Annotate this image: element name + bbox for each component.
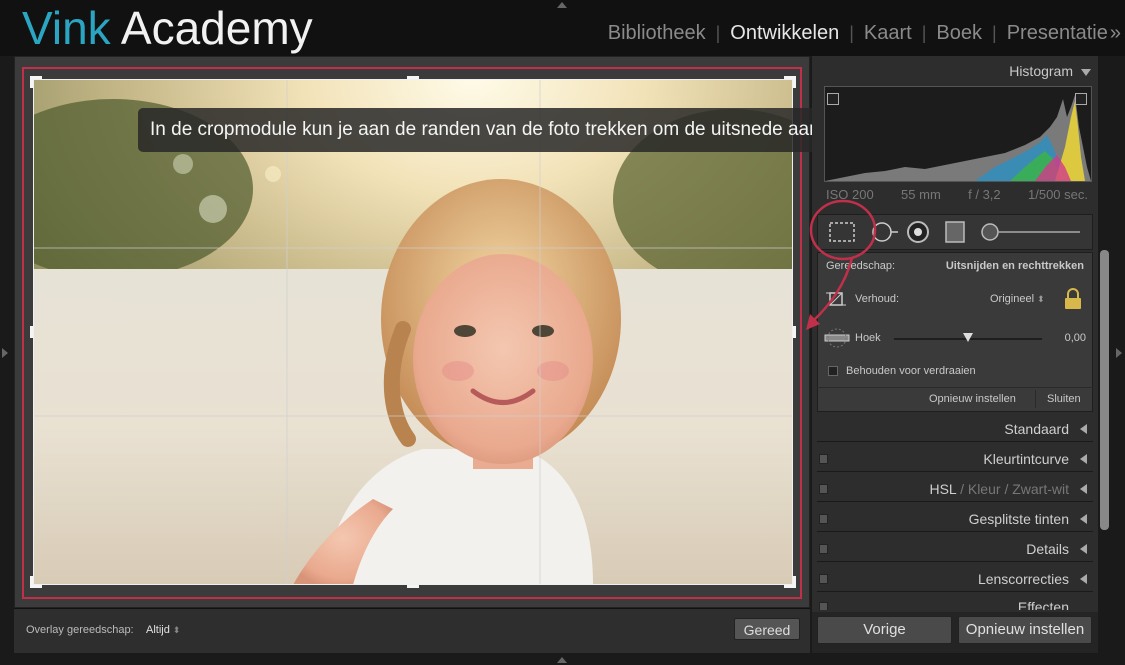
section-details[interactable]: Details [817, 536, 1093, 562]
expand-icon [1080, 574, 1087, 584]
section-gesplitste-tinten[interactable]: Gesplitste tinten [817, 506, 1093, 532]
shadow-clipping-icon[interactable] [827, 93, 839, 105]
section-lenscorrecties[interactable]: Lenscorrecties [817, 566, 1093, 592]
panel-switch-icon[interactable] [819, 602, 828, 610]
section-hsl[interactable]: HSL / Kleur / Zwart-wit [817, 476, 1093, 502]
section-label: Gesplitste tinten [968, 511, 1069, 527]
panel-switch-icon[interactable] [819, 514, 828, 524]
module-bibliotheek[interactable]: Bibliotheek [598, 22, 716, 45]
divider [1035, 390, 1036, 408]
overlay-tool-value: Altijd [146, 624, 170, 636]
histogram [824, 86, 1092, 182]
expand-icon [1080, 544, 1087, 554]
lock-icon[interactable] [1063, 288, 1083, 310]
overlay-tool-label: Overlay gereedschap: [26, 624, 134, 636]
module-presentatie[interactable]: Presentatie [997, 22, 1108, 45]
kleur-tab[interactable]: Kleur [968, 481, 1001, 497]
expand-icon [1080, 424, 1087, 434]
left-panel-toggle-icon[interactable] [2, 348, 8, 358]
section-label: Kleurtintcurve [983, 451, 1069, 467]
constrain-label: Behouden voor verdraaien [846, 365, 976, 377]
angle-slider-thumb[interactable] [963, 333, 973, 342]
module-picker: Bibliotheek | Ontwikkelen | Kaart | Boek | P… [598, 22, 1121, 45]
histogram-header[interactable]: Histogram [817, 63, 1091, 79]
panel-switch-icon[interactable] [819, 544, 828, 554]
reset-button[interactable]: Opnieuw instellen [958, 616, 1092, 644]
section-label: Effecten [1017, 599, 1069, 610]
annotation-arrow [806, 199, 877, 330]
module-boek[interactable]: Boek [926, 22, 992, 45]
previous-button[interactable]: Vorige [817, 616, 952, 644]
histogram-graph [825, 95, 1091, 181]
divider [817, 387, 1093, 388]
adjustment-brush-icon[interactable] [977, 220, 1079, 244]
overlay-tool-select[interactable]: Altijd ⬍ [146, 624, 180, 636]
brand-part-2: Academy [120, 2, 313, 54]
module-kaart[interactable]: Kaart [854, 22, 922, 45]
hsl-tab[interactable]: HSL [929, 481, 956, 497]
tool-value: Uitsnijden en rechttrekken [945, 260, 1084, 272]
brand-part-1: Vink [22, 2, 111, 54]
graduated-filter-icon[interactable] [940, 220, 964, 244]
panel-switch-icon[interactable] [819, 574, 828, 584]
more-modules-icon[interactable]: » [1108, 22, 1121, 45]
right-panel-toggle-icon[interactable] [1116, 348, 1122, 358]
histogram-title: Histogram [1009, 63, 1073, 79]
exif-shutter: 1/500 sec. [1028, 187, 1088, 202]
expand-icon [1080, 484, 1087, 494]
expand-icon [1080, 514, 1087, 524]
section-label: Lenscorrecties [977, 571, 1069, 587]
crop-close-button[interactable]: Sluiten [1047, 393, 1081, 405]
panel-scrollbar[interactable] [1100, 250, 1109, 530]
collapse-icon [1081, 68, 1091, 76]
angle-value[interactable]: 0,00 [1050, 332, 1086, 344]
top-panel-toggle-icon[interactable] [557, 2, 567, 8]
section-kleurtintcurve[interactable]: Kleurtintcurve [817, 446, 1093, 472]
section-standaard[interactable]: Standaard [817, 416, 1093, 442]
panel-switch-icon[interactable] [819, 484, 828, 494]
highlight-clipping-icon[interactable] [1075, 93, 1087, 105]
constrain-checkbox[interactable] [828, 366, 838, 376]
exif-aperture: f / 3,2 [968, 187, 1001, 202]
exif-focal: 55 mm [901, 187, 941, 202]
aspect-select[interactable]: Origineel ⬍ [990, 293, 1045, 305]
panel-switch-icon[interactable] [819, 454, 828, 464]
stepper-icon: ⬍ [1037, 294, 1045, 304]
crop-reset-button[interactable]: Opnieuw instellen [929, 393, 1016, 405]
zwart-wit-tab[interactable]: Zwart-wit [1012, 481, 1069, 497]
bottom-panel-toggle-icon[interactable] [557, 657, 567, 663]
module-ontwikkelen[interactable]: Ontwikkelen [720, 22, 849, 45]
red-eye-icon[interactable] [905, 220, 929, 244]
expand-icon [1080, 454, 1087, 464]
aspect-value: Origineel [990, 293, 1035, 305]
section-label: Details [1026, 541, 1069, 557]
stepper-icon: ⬍ [172, 625, 181, 635]
brand-logo: Vink Academy [22, 2, 313, 54]
done-button[interactable]: Gereed [734, 618, 800, 640]
section-effecten[interactable]: Effecten [817, 594, 1093, 610]
section-label: Standaard [1004, 421, 1069, 437]
